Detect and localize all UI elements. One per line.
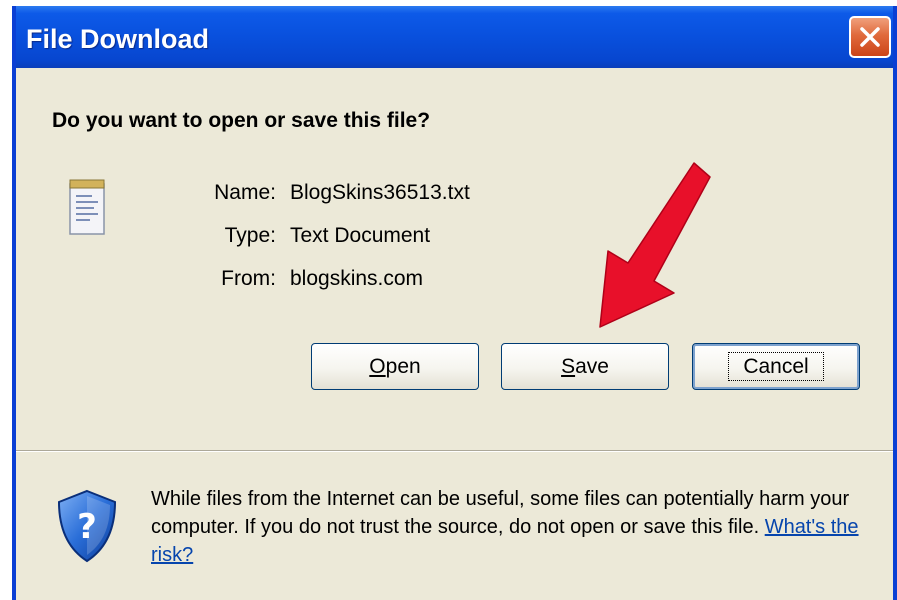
security-warning: While files from the Internet can be use…	[151, 485, 891, 569]
file-name-value: BlogSkins36513.txt	[290, 181, 470, 204]
svg-text:?: ?	[77, 507, 97, 547]
name-label: Name:	[214, 181, 276, 204]
from-label: From:	[221, 267, 276, 290]
save-button[interactable]: Save	[501, 343, 669, 390]
save-label-rest: ave	[575, 355, 609, 378]
divider-highlight	[16, 451, 893, 452]
security-shield-icon: ?	[57, 489, 117, 563]
open-accelerator: O	[369, 355, 386, 378]
red-arrow	[599, 162, 711, 328]
dialog-title: File Download	[26, 24, 210, 54]
open-button[interactable]: Open	[311, 343, 479, 390]
type-label: Type:	[224, 224, 276, 247]
save-accelerator: S	[561, 355, 576, 378]
close-button[interactable]	[849, 16, 891, 58]
text-file-icon	[69, 179, 105, 235]
cancel-button[interactable]: Cancel	[692, 343, 860, 390]
close-icon	[860, 27, 880, 47]
cancel-label: Cancel	[728, 352, 824, 381]
file-source-value: blogskins.com	[290, 267, 424, 290]
file-download-dialog: File Download Do you want to open or sav…	[12, 6, 897, 600]
title-bar[interactable]: File Download	[16, 6, 893, 68]
open-label-rest: pen	[385, 355, 421, 378]
file-type-value: Text Document	[290, 224, 431, 247]
warning-text: While files from the Internet can be use…	[151, 488, 850, 538]
dialog-question: Do you want to open or save this file?	[52, 109, 431, 132]
